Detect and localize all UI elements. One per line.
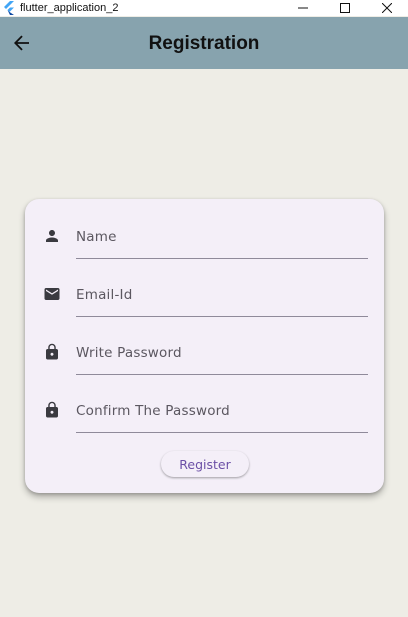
lock-icon <box>41 341 63 363</box>
arrow-back-icon <box>14 35 29 51</box>
email-input[interactable] <box>76 277 368 313</box>
confirm-password-field <box>25 393 384 433</box>
flutter-logo-icon <box>3 1 17 15</box>
close-button[interactable] <box>366 0 408 16</box>
window-title: flutter_application_2 <box>20 2 119 14</box>
confirm-password-input[interactable] <box>76 393 368 429</box>
window-titlebar: flutter_application_2 <box>0 0 408 16</box>
person-icon <box>41 225 63 247</box>
registration-card: Register <box>25 199 384 493</box>
password-field <box>25 335 384 375</box>
close-icon <box>382 3 392 13</box>
maximize-icon <box>340 3 350 13</box>
password-input[interactable] <box>76 335 368 371</box>
register-button[interactable]: Register <box>161 451 249 477</box>
back-button[interactable] <box>10 31 34 55</box>
email-icon <box>41 283 63 305</box>
page-title: Registration <box>148 33 260 54</box>
name-field <box>25 219 384 259</box>
maximize-button[interactable] <box>324 0 366 16</box>
name-input[interactable] <box>76 219 368 255</box>
minimize-button[interactable] <box>282 0 324 16</box>
lock-icon <box>41 399 63 421</box>
minimize-icon <box>298 7 308 9</box>
email-field <box>25 277 384 317</box>
app-bar: Registration <box>0 17 408 69</box>
